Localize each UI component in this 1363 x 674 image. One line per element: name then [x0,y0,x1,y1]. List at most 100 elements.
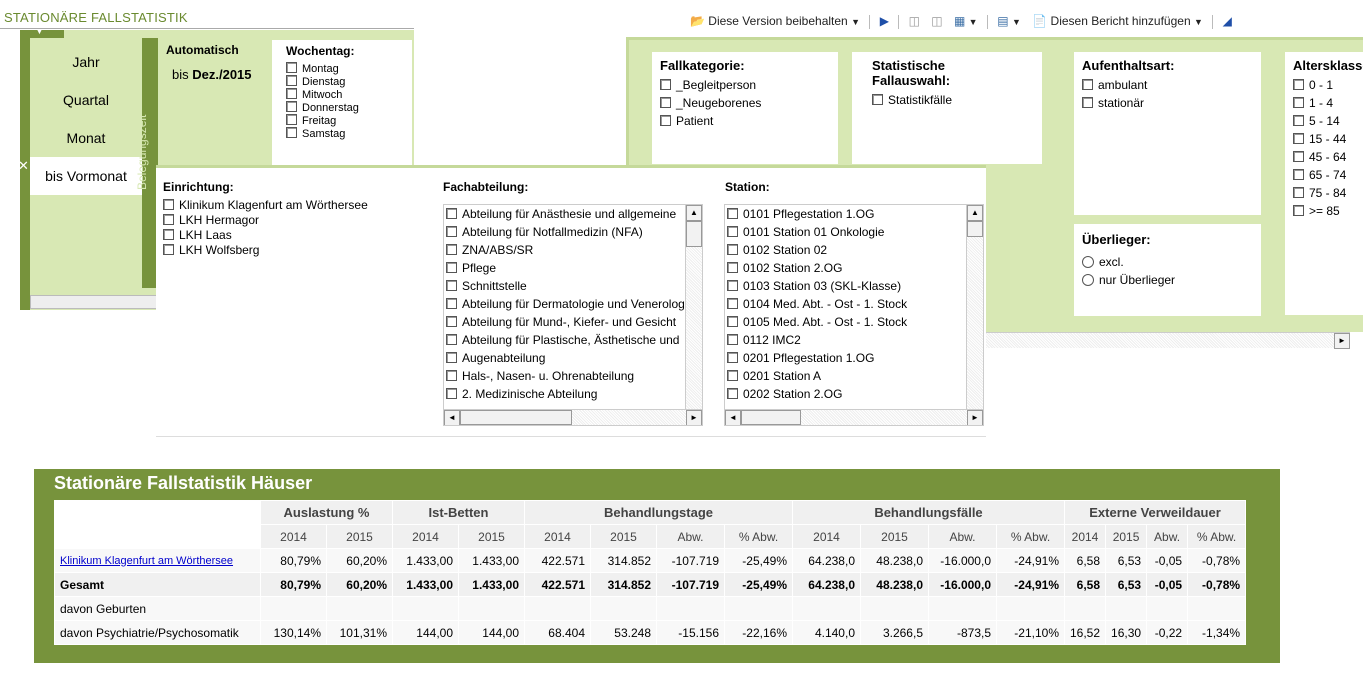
time-item-monat[interactable]: Monat [30,119,142,157]
radio[interactable] [1082,256,1094,268]
checkbox[interactable] [1293,205,1304,216]
station-hscrollbar[interactable]: ◄ ► [725,409,983,425]
checkbox[interactable] [446,352,457,363]
scroll-right-button[interactable]: ► [967,410,983,425]
checkbox-option[interactable]: Abteilung für Plastische, Ästhetische un… [446,331,686,349]
checkbox[interactable] [1293,169,1304,180]
checkbox[interactable] [1082,79,1093,90]
checkbox-option[interactable]: 75 - 84 [1293,184,1355,202]
checkbox[interactable] [727,352,738,363]
collapse-icon[interactable]: ▼ [36,29,43,36]
scroll-right-button[interactable]: ► [1334,333,1350,349]
time-panel-hscrollbar[interactable] [30,295,160,309]
chevron-down-icon[interactable]: ▼ [1012,17,1021,27]
checkbox-option[interactable]: 0202 Station 2.OG [727,385,957,403]
scroll-thumb[interactable] [967,221,983,237]
checkbox[interactable] [660,97,671,108]
checkbox-option[interactable]: 0101 Station 01 Onkologie [727,223,957,241]
scroll-thumb[interactable] [741,410,801,425]
checkbox-option[interactable]: 1 - 4 [1293,94,1355,112]
checkbox-option[interactable]: 0 - 1 [1293,76,1355,94]
checkbox[interactable] [446,388,457,399]
station-vscrollbar[interactable]: ▲ [966,205,983,409]
scroll-up-button[interactable]: ▲ [967,205,983,221]
radio-option[interactable]: nur Überlieger [1082,271,1253,289]
scroll-thumb[interactable] [686,221,702,247]
checkbox[interactable] [727,316,738,327]
checkbox-option[interactable]: 65 - 74 [1293,166,1355,184]
checkbox[interactable] [286,114,297,125]
checkbox[interactable] [446,208,457,219]
export-icon[interactable]: ▤ [997,14,1008,28]
checkbox-option[interactable]: Samstag [286,127,398,140]
checkbox-option[interactable]: Montag [286,62,398,75]
ruler-icon[interactable]: ◢ [1223,14,1232,28]
checkbox[interactable] [286,127,297,138]
checkbox-option[interactable]: 0201 Station A [727,367,957,385]
checkbox[interactable] [446,316,457,327]
checkbox[interactable] [1293,115,1304,126]
checkbox[interactable] [286,88,297,99]
checkbox-option[interactable]: _Neugeborenes [660,94,830,112]
folder-icon[interactable]: 📂 [690,14,705,28]
checkbox[interactable] [660,115,671,126]
checkbox-option[interactable]: Donnerstag [286,101,398,114]
checkbox-option[interactable]: 0105 Med. Abt. - Ost - 1. Stock [727,313,957,331]
play-icon[interactable]: ▶ [880,14,889,28]
checkbox[interactable] [727,298,738,309]
checkbox-option[interactable]: 5 - 14 [1293,112,1355,130]
checkbox-option[interactable]: 2. Medizinische Abteilung [446,385,686,403]
checkbox-option[interactable]: 15 - 44 [1293,130,1355,148]
scroll-left-button[interactable]: ◄ [444,410,460,425]
checkbox-option[interactable]: Abteilung für Mund-, Kiefer- und Gesicht [446,313,686,331]
chevron-down-icon[interactable]: ▼ [969,17,978,27]
checkbox-option[interactable]: 0102 Station 02 [727,241,957,259]
checkbox[interactable] [446,244,457,255]
checkbox[interactable] [1082,97,1093,108]
checkbox-option[interactable]: 0103 Station 03 (SKL-Klasse) [727,277,957,295]
checkbox[interactable] [1293,187,1304,198]
checkbox[interactable] [446,262,457,273]
checkbox[interactable] [446,226,457,237]
checkbox-option[interactable]: Freitag [286,114,398,127]
checkbox[interactable] [1293,151,1304,162]
checkbox-option[interactable]: LKH Hermagor [163,213,423,228]
scroll-right-button[interactable]: ► [686,410,702,425]
checkbox-option[interactable]: Abteilung für Notfallmedizin (NFA) [446,223,686,241]
checkbox[interactable] [660,79,671,90]
checkbox[interactable] [446,370,457,381]
checkbox-option[interactable]: Mitwoch [286,88,398,101]
checkbox-option[interactable]: Abteilung für Anästhesie und allgemeine [446,205,686,223]
checkbox-option[interactable]: 45 - 64 [1293,148,1355,166]
checkbox-option[interactable]: LKH Wolfsberg [163,243,423,258]
chevron-down-icon[interactable]: ▼ [851,17,860,27]
checkbox-option[interactable]: stationär [1082,94,1253,112]
checkbox[interactable] [286,101,297,112]
fachabteilung-vscrollbar[interactable]: ▲ [685,205,702,409]
checkbox[interactable] [1293,133,1304,144]
add-report-button[interactable]: Diesen Bericht hinzufügen [1051,14,1191,28]
checkbox[interactable] [446,334,457,345]
checkbox-option[interactable]: Augenabteilung [446,349,686,367]
scroll-thumb[interactable] [460,410,572,425]
checkbox-option[interactable]: 0101 Pflegestation 1.OG [727,205,957,223]
checkbox-option[interactable]: ZNA/ABS/SR [446,241,686,259]
checkbox[interactable] [727,280,738,291]
checkbox[interactable] [727,226,738,237]
checkbox[interactable] [163,229,174,240]
time-item-quartal[interactable]: Quartal [30,81,142,119]
table-add-icon[interactable]: ▦ [954,14,965,28]
keep-version-button[interactable]: Diese Version beibehalten [708,14,847,28]
move-right-icon[interactable]: ◫ [931,14,942,28]
checkbox[interactable] [446,280,457,291]
checkbox-option[interactable]: Pflege [446,259,686,277]
row-label-link[interactable]: Klinikum Klagenfurt am Wörthersee [54,548,261,573]
checkbox-option[interactable]: LKH Laas [163,228,423,243]
checkbox-option[interactable]: Hals-, Nasen- u. Ohrenabteilung [446,367,686,385]
scroll-left-button[interactable]: ◄ [725,410,741,425]
report-icon[interactable]: 📄 [1032,14,1047,28]
checkbox[interactable] [163,199,174,210]
checkbox-option[interactable]: Schnittstelle [446,277,686,295]
checkbox-option[interactable]: Klinikum Klagenfurt am Wörthersee [163,198,423,213]
checkbox-option[interactable]: 0112 IMC2 [727,331,957,349]
